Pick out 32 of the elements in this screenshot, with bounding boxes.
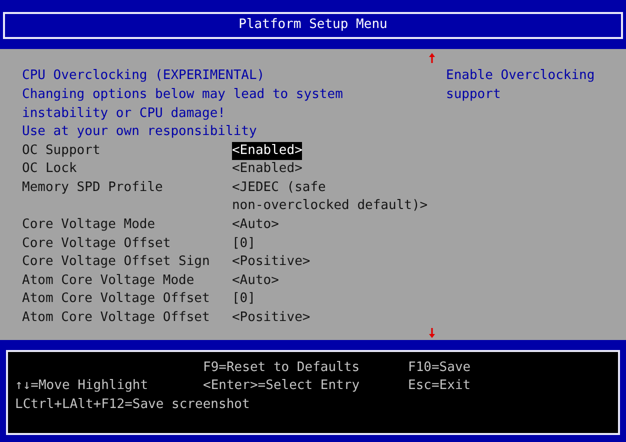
- setting-value[interactable]: <Auto>: [232, 272, 279, 290]
- key-hint: <Enter>=Select Entry: [203, 377, 361, 396]
- setting-label[interactable]: Memory SPD Profile: [22, 178, 232, 216]
- setting-label[interactable]: Atom Core Voltage Offset: [22, 309, 232, 328]
- setting-value[interactable]: <Positive>: [232, 309, 310, 328]
- warning-text: instability or CPU damage!: [22, 104, 226, 122]
- warning-text: Changing options below may lead to system: [22, 86, 344, 104]
- setting-label[interactable]: Core Voltage Offset Sign: [22, 253, 232, 272]
- setting-value[interactable]: <Auto>: [232, 216, 279, 235]
- setting-label[interactable]: Core Voltage Offset: [22, 234, 232, 254]
- setting-label[interactable]: Core Voltage Mode: [22, 216, 232, 235]
- setting-label[interactable]: OC Lock: [22, 160, 232, 179]
- key-hint: LCtrl+LAlt+F12=Save screenshot: [15, 396, 250, 414]
- window-title: Platform Setup Menu: [3, 12, 623, 40]
- setting-label[interactable]: Atom Core Voltage Offset: [22, 290, 232, 310]
- setting-value[interactable]: <Positive>: [232, 253, 310, 272]
- setting-value[interactable]: <Enabled>: [232, 142, 302, 160]
- help-text: Enable Overclocking support: [446, 67, 596, 104]
- setting-label[interactable]: OC Support: [22, 142, 232, 160]
- setting-value[interactable]: [0]: [232, 234, 256, 254]
- scroll-down-arrow-icon: [429, 328, 435, 338]
- setting-value[interactable]: <JEDEC (safe non-overclocked default)>: [232, 178, 428, 216]
- scroll-up-arrow-icon: [429, 53, 435, 64]
- key-hint: ↑↓=Move Highlight: [15, 377, 150, 396]
- key-hint: F10=Save: [408, 358, 471, 377]
- setting-value[interactable]: [0]: [232, 290, 256, 310]
- warning-text: Use at your own responsibility: [22, 123, 258, 142]
- key-hint: F9=Reset to Defaults: [203, 358, 361, 377]
- setting-value[interactable]: <Enabled>: [232, 160, 302, 179]
- setting-label[interactable]: Atom Core Voltage Mode: [22, 272, 232, 290]
- warning-text: CPU Overclocking (EXPERIMENTAL): [22, 67, 266, 86]
- key-hint: Esc=Exit: [408, 377, 471, 396]
